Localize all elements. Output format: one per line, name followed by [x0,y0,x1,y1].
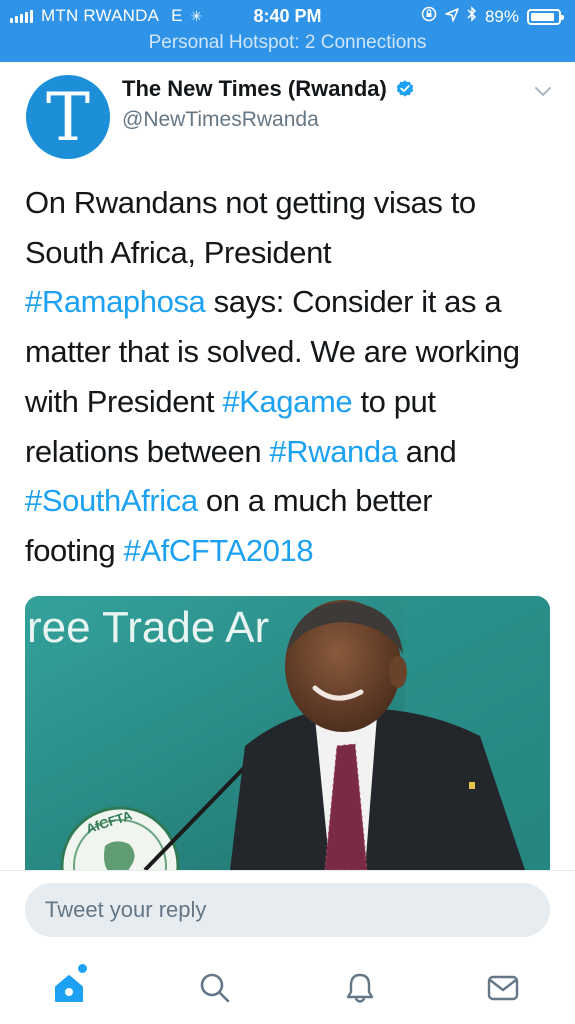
reply-bar: Tweet your reply [0,870,575,950]
messages-icon [487,975,519,1001]
hashtag-link[interactable]: #Kagame [222,384,352,419]
tweet-text-segment: with President [25,383,223,419]
tweet-text-segment: relations between [25,433,270,469]
search-icon [200,973,230,1003]
hashtag-link[interactable]: #Rwanda [269,434,398,469]
tab-home[interactable] [47,964,91,1010]
tweet-header: T The New Times (Rwanda) @NewTimesRwanda [0,62,575,162]
bluetooth-icon [467,6,477,27]
hashtag-link[interactable]: #SouthAfrica [25,483,198,518]
hashtag-link[interactable]: #Ramaphosa [25,284,206,319]
tweet-text-segment: and [397,433,457,469]
tweet-text-line: On Rwandans not getting visas to [25,178,555,228]
tweet-text-line: with President #Kagame to put [25,377,555,427]
home-icon [55,975,83,1002]
notifications-icon [346,973,374,1003]
tweet-text-segment: on a much better [197,483,433,519]
tweet-text: On Rwandans not getting visas to South Af… [25,178,555,576]
tweet-text-segment: matter that is solved. We are working [25,334,520,370]
status-bar: MTN RWANDA E ✳ 8:40 PM 89% Personal Hots… [0,0,575,62]
reply-input[interactable]: Tweet your reply [25,883,550,937]
notification-dot [78,964,87,973]
tweet-text-segment: On Rwandans not getting visas to [25,185,476,220]
tweet-text-line: matter that is solved. We are working [25,327,555,377]
tweet-text-line: relations between #Rwanda and [25,427,555,477]
tweet-text-line: South Africa, President [25,228,555,278]
verified-badge-icon [396,80,414,97]
tweet-text-segment: South Africa, President [25,234,332,270]
tab-notifications[interactable] [338,966,382,1010]
display-name[interactable]: The New Times (Rwanda) [122,76,387,102]
banner-text: ree Trade Ar [27,603,269,652]
tweet-text-segment: says: Consider it as a [205,284,502,320]
location-arrow-icon [445,7,459,27]
battery-percent: 89% [484,6,519,26]
tweet-text-line: footing #AfCFTA2018 [25,526,555,576]
tab-search[interactable] [193,966,237,1010]
tweet-photo[interactable]: ree Trade Ar AfCFTA [25,596,550,870]
battery-icon [527,8,564,25]
rotation-lock-icon [421,6,437,27]
tweet-text-line: #SouthAfrica on a much better [25,476,555,526]
tweet-text-segment: to put [352,383,436,419]
user-handle[interactable]: @NewTimesRwanda [122,108,415,132]
hashtag-link[interactable]: #AfCFTA2018 [124,533,314,568]
avatar[interactable]: T [26,75,110,159]
tweet-text-segment: footing [25,532,124,568]
hotspot-banner[interactable]: Personal Hotspot: 2 Connections [0,32,575,54]
tab-bar [0,950,575,1024]
chevron-down-icon[interactable] [533,84,553,100]
tweet-text-line: #Ramaphosa says: Consider it as a [25,277,555,327]
tab-messages[interactable] [481,966,525,1010]
